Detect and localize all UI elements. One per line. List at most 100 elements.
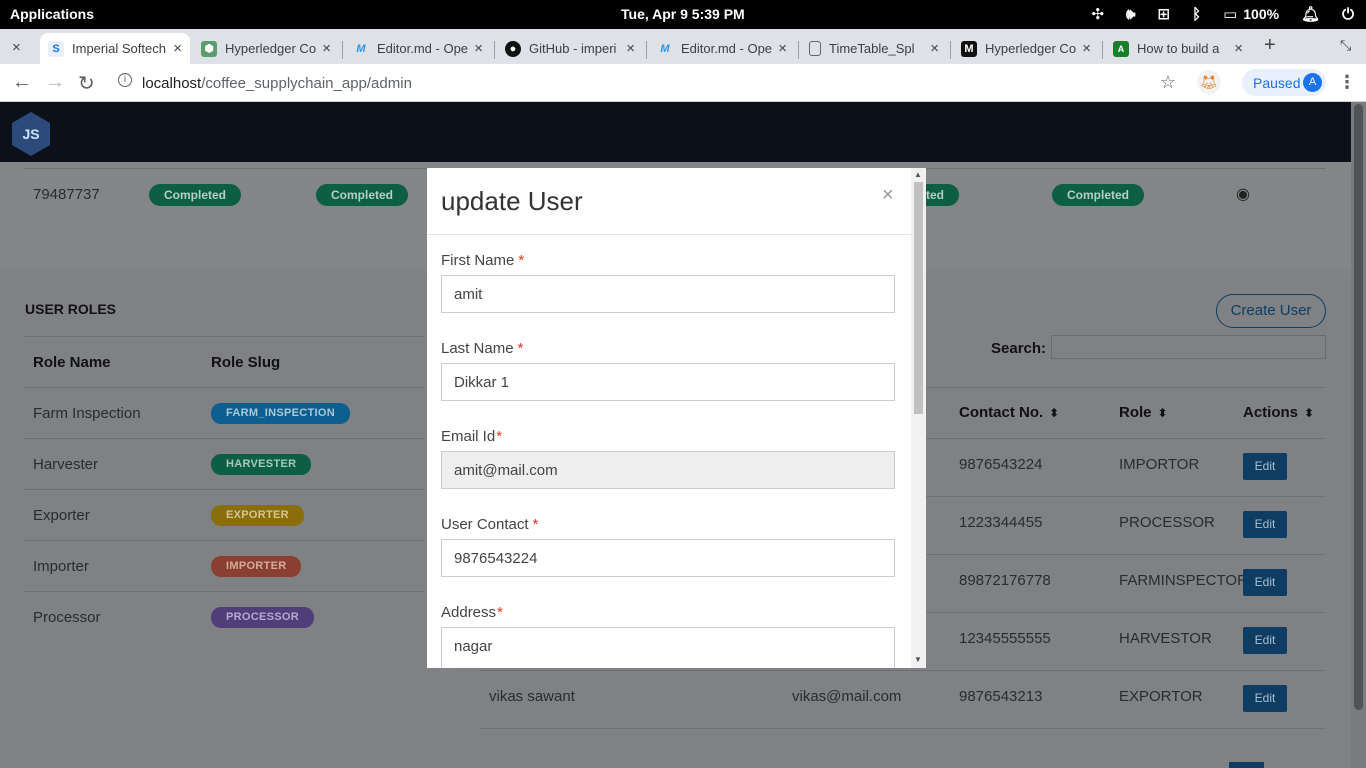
status-badge: Completed [316,184,409,206]
volume-icon[interactable]: 🕪 [1126,6,1135,23]
tab-hyperledger-2[interactable]: M Hyperledger Co × [953,33,1099,64]
edit-button[interactable]: Edit [1243,685,1287,712]
first-name-label: First Name * [441,252,525,269]
system-top-bar: Applications Tue, Apr 9 5:39 PM ✣ 🕪 ⊞ ᛒ … [0,0,1366,29]
update-user-modal: update User × First Name* Last Name* Ema… [427,168,926,668]
close-tab-icon[interactable]: × [778,40,787,57]
new-tab-icon[interactable]: + [1264,34,1276,57]
pagination-button[interactable] [1229,762,1264,768]
bell-icon[interactable]: 🔔︎ [1301,5,1320,23]
app-logo[interactable]: JS [12,112,50,156]
status-badge: Completed [1052,184,1145,206]
email-field[interactable] [441,451,895,489]
bookmark-star-icon[interactable]: ☆ [1160,72,1176,93]
tab-timetable[interactable]: TimeTable_Spl × [801,33,947,64]
battery-icon[interactable]: ▭ [1223,5,1237,23]
actions-header[interactable]: Actions ⬍ [1243,404,1314,421]
edit-button[interactable]: Edit [1243,453,1287,480]
edit-button[interactable]: Edit [1243,511,1287,538]
role-slug-badge: EXPORTER [211,505,304,526]
close-tab-icon[interactable]: × [930,40,939,57]
last-name-label: Last Name * [441,340,524,357]
modal-title: update User [441,186,583,216]
close-icon[interactable]: × [882,184,894,207]
last-name-field[interactable] [441,363,895,401]
document-favicon-icon [809,41,821,56]
tab-hyperledger[interactable]: ⬢ Hyperledger Co × [193,33,339,64]
github-favicon-icon: ● [505,40,521,57]
editor-favicon-icon: M [356,42,366,55]
browser-toolbar: ← → ↻ i localhost/coffee_supplychain_app… [0,64,1366,102]
clock[interactable]: Tue, Apr 9 5:39 PM [621,6,745,22]
tab-editor-md[interactable]: M Editor.md - Ope × [345,33,491,64]
tab-github[interactable]: ● GitHub - imperi × [497,33,643,64]
page-content: JS 79487737 Completed Completed Complete… [0,102,1366,768]
role-name-header: Role Name [33,354,111,371]
role-slug-header: Role Slug [211,354,281,371]
tab-editor-md-2[interactable]: M Editor.md - Ope × [649,33,795,64]
build-favicon-icon: A [1113,40,1129,57]
url-text[interactable]: localhost/coffee_supplychain_app/admin [142,75,412,92]
email-label: Email Id* [441,428,503,445]
system-tray: ✣ 🕪 ⊞ ᛒ ▭ 100% 🔔︎ ⏻ [1069,5,1354,24]
user-roles-title: USER ROLES [25,301,117,317]
user-contact-label: User Contact * [441,516,539,533]
reload-icon[interactable]: ↻ [78,71,95,96]
eye-icon[interactable]: ◉ [1236,184,1250,204]
scroll-up-icon[interactable]: ▲ [914,170,922,179]
forward-icon[interactable]: → [45,71,65,94]
app-header: JS [0,102,1351,162]
back-icon[interactable]: ← [12,71,32,94]
battery-percent: 100% [1243,6,1280,22]
close-tab-icon[interactable]: × [474,40,483,57]
hyperledger-favicon-icon: ⬢ [201,40,217,57]
role-slug-badge: IMPORTER [211,556,302,577]
close-tab-icon[interactable]: × [626,40,635,57]
batch-id: 79487737 [33,186,100,203]
edit-button[interactable]: Edit [1243,569,1287,596]
address-field[interactable]: nagar [441,627,895,668]
user-contact-field[interactable] [441,539,895,577]
role-slug-badge: HARVESTER [211,454,312,475]
medium-favicon-icon: M [961,40,977,57]
close-tab-icon[interactable]: × [322,40,331,57]
applications-menu[interactable]: Applications [10,6,94,22]
close-tab-icon[interactable]: × [173,40,182,57]
create-user-button[interactable]: Create User [1216,294,1326,328]
address-label: Address* [441,604,503,621]
scroll-down-icon[interactable]: ▼ [914,655,922,664]
close-icon[interactable]: × [12,39,21,56]
role-header[interactable]: Role ⬍ [1119,404,1168,421]
status-badge: Completed [149,184,242,206]
network-icon[interactable]: ⊞ [1157,5,1170,23]
modal-scrollbar[interactable]: ▲ ▼ [911,168,926,668]
imperial-favicon-icon: S [48,40,64,57]
minimize-window-icon[interactable]: ⤡ [1340,37,1351,54]
editor-favicon-icon: M [660,42,670,55]
info-icon[interactable]: i [118,73,132,87]
power-icon[interactable]: ⏻ [1342,6,1354,23]
browser-tab-strip: × S Imperial Softech × ⬢ Hyperledger Co … [0,29,1366,64]
sort-icon: ⬍ [1304,406,1315,420]
page-scrollbar[interactable] [1351,102,1366,768]
slack-icon[interactable]: ✣ [1091,5,1104,23]
close-tab-icon[interactable]: × [1082,40,1091,57]
metamask-extension-icon[interactable]: 🦊︎ [1197,70,1221,94]
tab-how-to-build[interactable]: A How to build a × [1105,33,1251,64]
tab-imperial-softech[interactable]: S Imperial Softech × [40,33,190,64]
address-bar[interactable]: i localhost/coffee_supplychain_app/admin… [108,67,1188,99]
bluetooth-icon[interactable]: ᛒ [1192,6,1201,23]
browser-menu-icon[interactable]: ⋮ [1338,72,1356,93]
modal-header: update User × [427,168,911,235]
first-name-field[interactable] [441,275,895,313]
edit-button[interactable]: Edit [1243,627,1287,654]
contact-header[interactable]: Contact No. ⬍ [959,404,1059,421]
sort-icon: ⬍ [1157,406,1168,420]
role-slug-badge: FARM_INSPECTION [211,403,351,424]
search-label: Search: [991,340,1047,357]
search-input[interactable] [1051,335,1326,359]
avatar: A [1303,73,1322,92]
role-slug-badge: PROCESSOR [211,607,314,628]
close-tab-icon[interactable]: × [1234,40,1243,57]
profile-paused-button[interactable]: Paused A [1242,69,1326,96]
